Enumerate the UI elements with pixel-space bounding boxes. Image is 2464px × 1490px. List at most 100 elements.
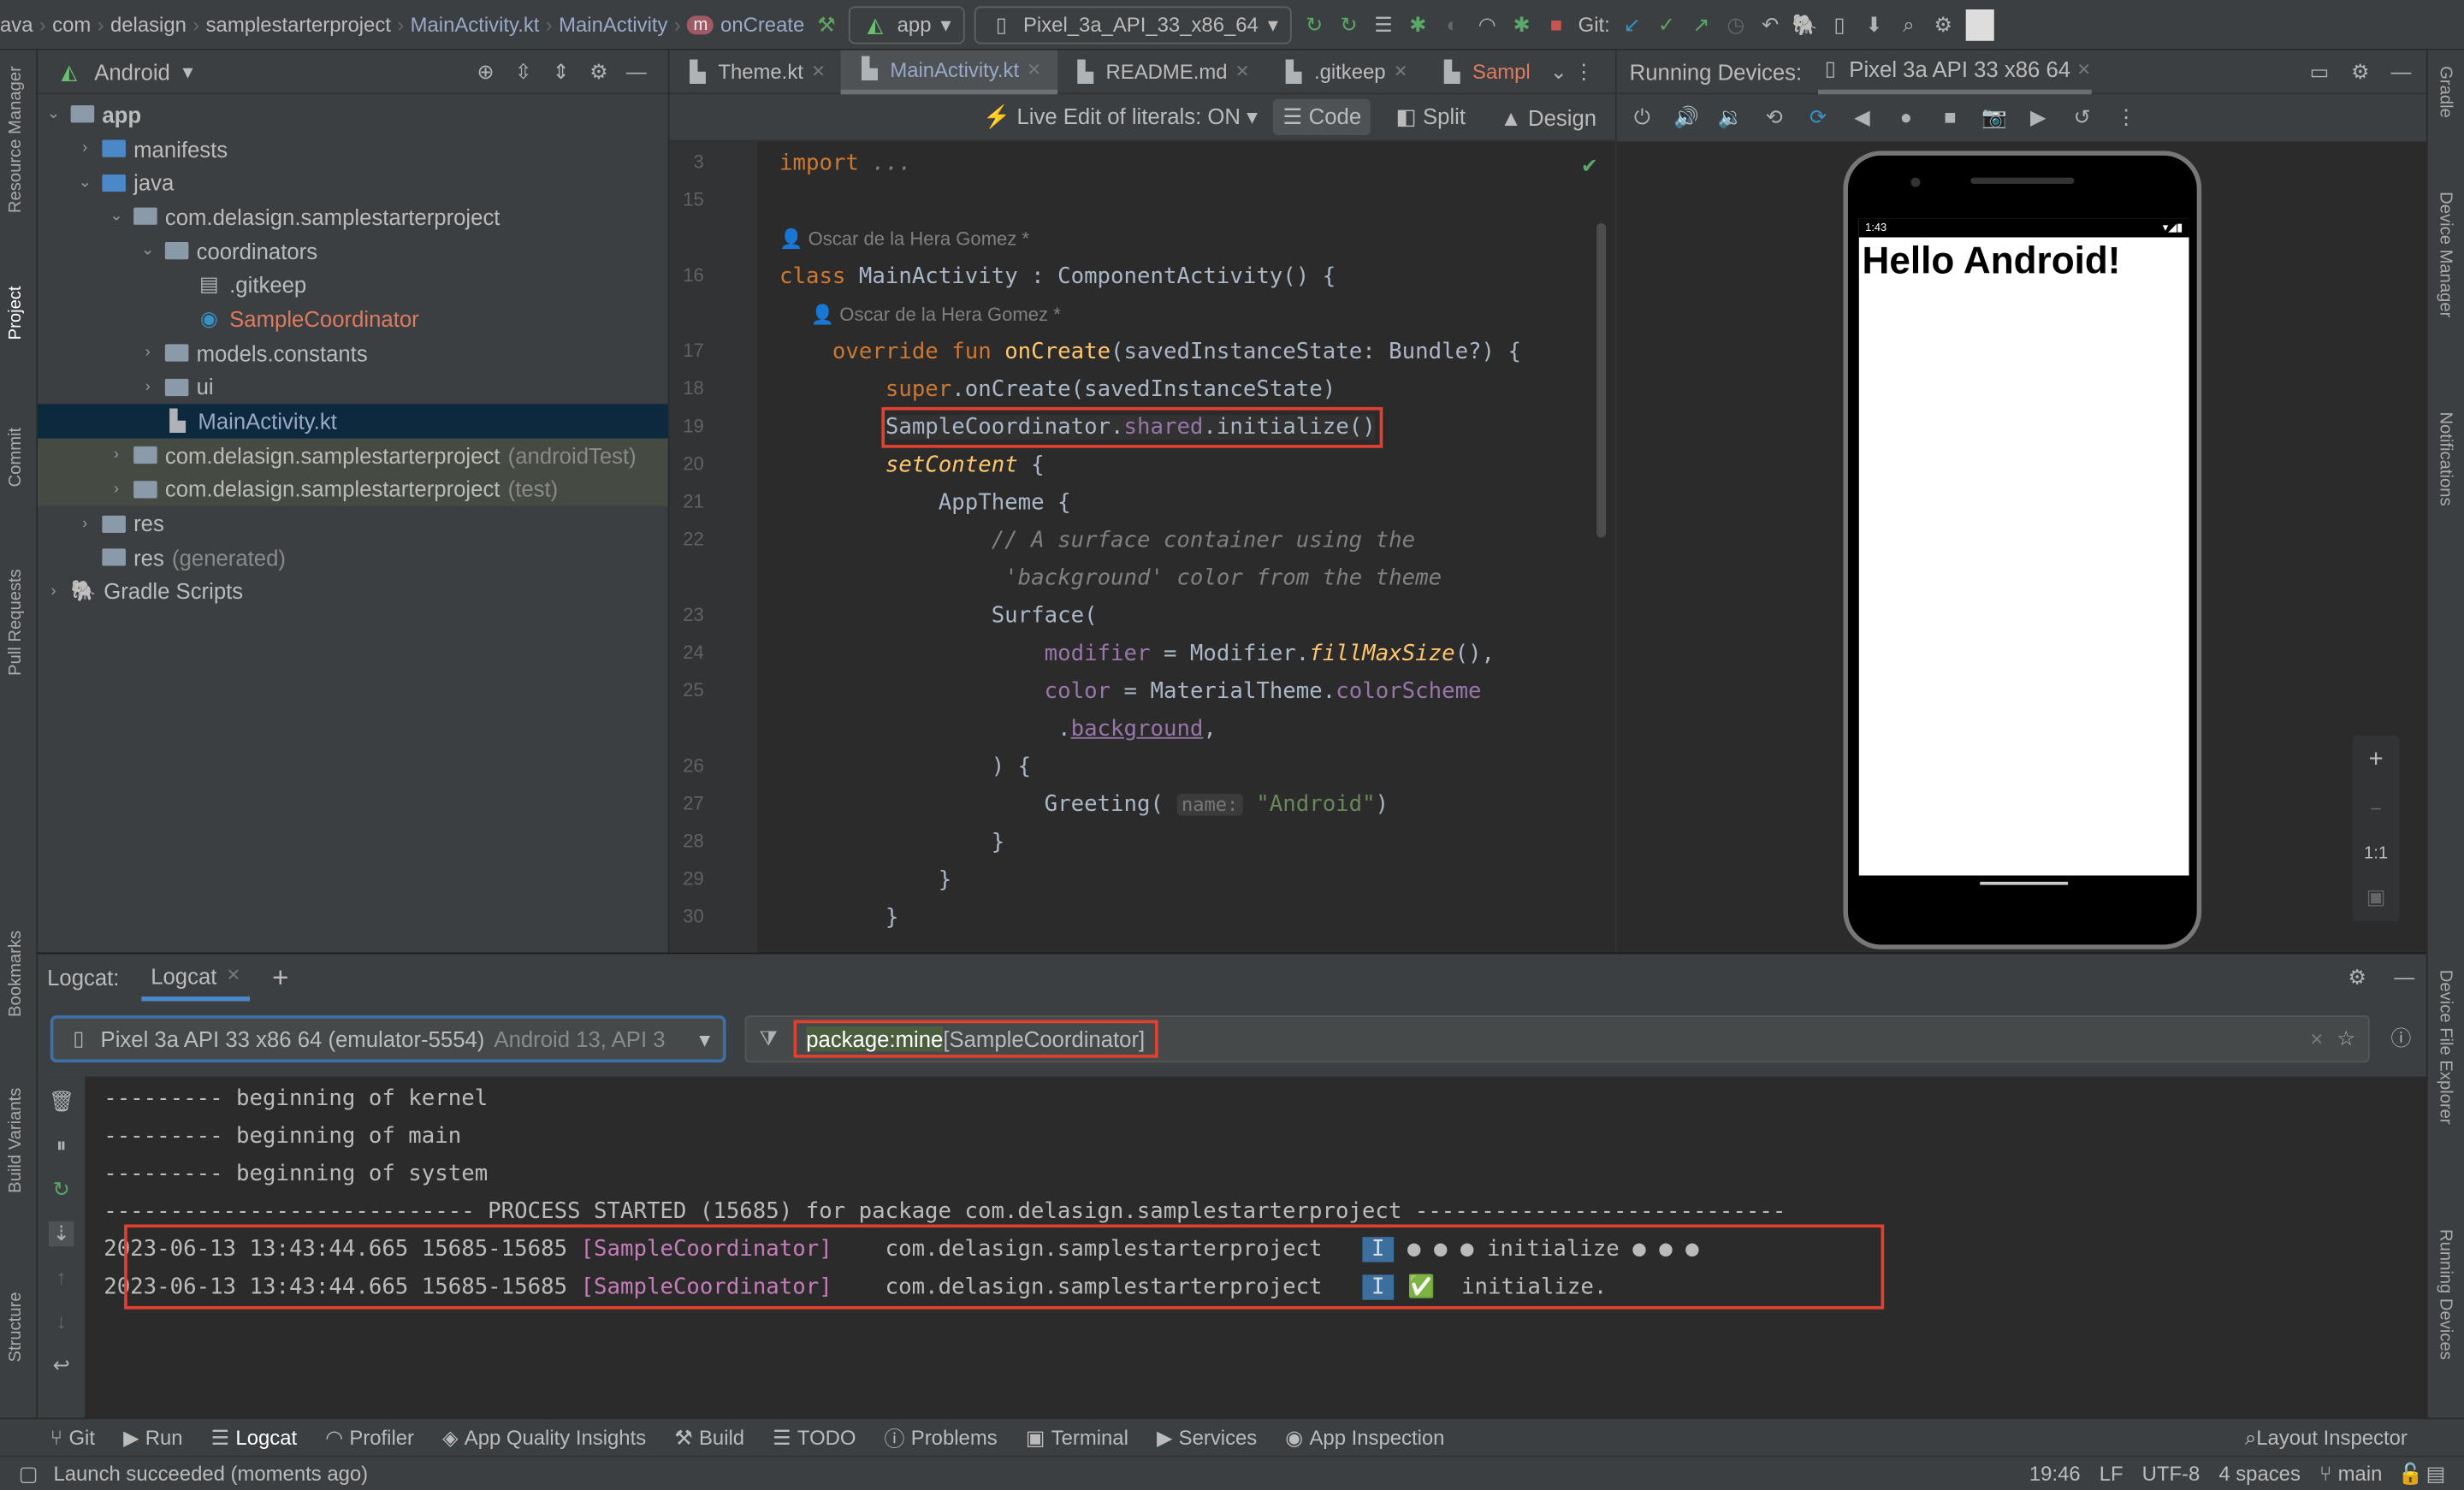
- left-tool-pull-requests[interactable]: Pull Requests: [6, 569, 25, 676]
- tree-item[interactable]: ▙ MainActivity.kt: [38, 404, 668, 439]
- minimize-icon[interactable]: —: [624, 59, 649, 84]
- breadcrumb-item[interactable]: samplestarterproject: [206, 13, 391, 37]
- git-update-icon[interactable]: ↙: [1620, 12, 1644, 37]
- tool-app-inspection[interactable]: ◉ App Inspection: [1285, 1425, 1444, 1450]
- tab-mainactivity-kt[interactable]: ▙ MainActivity.kt ✕: [841, 49, 1057, 94]
- code-line[interactable]: setContent {: [779, 452, 1045, 477]
- code-line[interactable]: ) {: [779, 754, 1031, 779]
- close-icon[interactable]: ✕: [1394, 62, 1408, 82]
- file-encoding[interactable]: UTF-8: [2142, 1462, 2200, 1486]
- device-select[interactable]: ▯ Pixel_3a_API_33_x86_64 ▾: [974, 5, 1293, 44]
- tab--gitkeep[interactable]: ▙ .gitkeep ✕: [1265, 50, 1424, 93]
- tree-item[interactable]: › com.delasign.samplestarterproject (test): [38, 472, 668, 507]
- chevron-down-icon[interactable]: ⌄: [75, 174, 94, 191]
- overview-icon[interactable]: ■: [1938, 105, 1963, 130]
- screen-record-icon[interactable]: ▶: [2026, 105, 2051, 130]
- close-icon[interactable]: ✕: [226, 965, 240, 985]
- tree-item[interactable]: › manifests: [38, 132, 668, 166]
- code-line[interactable]: modifier = Modifier.fillMaxSize(),: [779, 642, 1495, 666]
- tree-item[interactable]: ▤ .gitkeep: [38, 268, 668, 302]
- tree-item[interactable]: ⌄ com.delasign.samplestarterproject: [38, 199, 668, 234]
- notifications-icon[interactable]: ▤: [2423, 1461, 2448, 1486]
- right-tool-notifications[interactable]: Notifications: [2436, 411, 2455, 506]
- chevron-right-icon[interactable]: ›: [139, 379, 157, 396]
- chevron-down-icon[interactable]: ▾: [183, 59, 193, 84]
- tool-todo[interactable]: ☰ TODO: [773, 1425, 856, 1450]
- mode-design-button[interactable]: ▲ Design: [1490, 100, 1606, 134]
- chevron-right-icon[interactable]: ›: [107, 481, 126, 498]
- layout-inspector-button[interactable]: ⌕ Layout Inspector: [2245, 1425, 2408, 1450]
- code-line[interactable]: 👤 Oscar de la Hera Gomez *: [779, 227, 1029, 251]
- indent-setting[interactable]: 4 spaces: [2218, 1462, 2301, 1486]
- code-line[interactable]: super.onCreate(savedInstanceState): [779, 377, 1336, 402]
- search-icon[interactable]: ⌕: [1896, 12, 1921, 37]
- code-line[interactable]: }: [779, 830, 1004, 854]
- rollback-icon[interactable]: ↶: [1757, 12, 1782, 37]
- coverage-icon[interactable]: ◐: [1440, 12, 1465, 37]
- volume-up-icon[interactable]: 🔊: [1673, 105, 1699, 130]
- tool-profiler[interactable]: ◠ Profiler: [325, 1425, 414, 1450]
- tool-app-quality-insights[interactable]: ◈ App Quality Insights: [442, 1425, 646, 1450]
- chevron-down-icon[interactable]: ⌄: [44, 106, 62, 123]
- apply-code-changes-icon[interactable]: ☰: [1371, 12, 1395, 37]
- git-commit-icon[interactable]: ✓: [1654, 12, 1679, 37]
- gear-icon[interactable]: ⚙: [2348, 59, 2372, 84]
- caret-position[interactable]: 19:46: [2029, 1462, 2081, 1486]
- code-line[interactable]: SampleCoordinator.shared.initialize(): [881, 406, 1383, 448]
- gradle-sync-icon[interactable]: 🐘: [1792, 12, 1818, 37]
- tree-item[interactable]: › res: [38, 506, 668, 541]
- collapse-all-icon[interactable]: ⇕: [548, 59, 573, 84]
- breadcrumb-item[interactable]: ava: [0, 13, 33, 37]
- left-tool-commit[interactable]: Commit: [6, 428, 25, 488]
- logcat-filter-input[interactable]: ⧩ package:mine [SampleCoordinator] ✕ ☆: [744, 1015, 2370, 1063]
- live-edit-toggle[interactable]: ⚡ Live Edit of literals: ON ▾: [983, 103, 1258, 130]
- tree-item[interactable]: › 🐘 Gradle Scripts: [38, 575, 668, 609]
- tool-problems[interactable]: ⓘ Problems: [885, 1422, 998, 1452]
- right-tool-gradle[interactable]: Gradle: [2436, 66, 2455, 118]
- filter-icon[interactable]: ⧩: [755, 1026, 780, 1051]
- avatar[interactable]: [1964, 9, 1993, 40]
- fit-screen-icon[interactable]: ▣: [2366, 884, 2386, 909]
- apply-changes-icon[interactable]: ↻: [1336, 12, 1361, 37]
- window-icon[interactable]: ▭: [2307, 59, 2331, 84]
- clear-log-icon[interactable]: 🗑: [49, 1089, 74, 1114]
- chevron-down-icon[interactable]: ⌄: [1546, 59, 1571, 84]
- tree-item[interactable]: ◉ SampleCoordinator: [38, 302, 668, 336]
- volume-down-icon[interactable]: 🔉: [1718, 105, 1744, 130]
- back-icon[interactable]: ◀: [1850, 105, 1875, 130]
- code-line[interactable]: 'background' color from the theme: [779, 566, 1442, 591]
- stop-icon[interactable]: ■: [1543, 12, 1568, 37]
- code-line[interactable]: .background,: [779, 717, 1217, 742]
- close-icon[interactable]: ✕: [1027, 59, 1041, 80]
- breadcrumb-item[interactable]: delasign: [110, 13, 187, 37]
- chevron-right-icon[interactable]: ›: [75, 140, 94, 157]
- project-view-select[interactable]: Android: [94, 59, 170, 84]
- tool-run[interactable]: ▶ Run: [123, 1425, 183, 1450]
- close-icon[interactable]: ✕: [1235, 62, 1250, 82]
- build-hammer-icon[interactable]: ⚒: [814, 12, 838, 37]
- favorite-star-icon[interactable]: ☆: [2333, 1026, 2358, 1051]
- gear-icon[interactable]: ⚙: [1931, 12, 1956, 37]
- tool-terminal[interactable]: ▣ Terminal: [1026, 1425, 1128, 1450]
- panel-toggle-icon[interactable]: ▢: [15, 1461, 40, 1486]
- attach-debugger-icon[interactable]: ✱: [1509, 12, 1534, 37]
- breadcrumb-item[interactable]: com: [52, 13, 91, 37]
- left-tool-bookmarks[interactable]: Bookmarks: [6, 931, 25, 1017]
- minimize-icon[interactable]: —: [2391, 965, 2416, 990]
- logcat-device-select[interactable]: ▯ Pixel 3a API 33 x86 64 (emulator-5554) A…: [50, 1015, 726, 1063]
- chevron-right-icon[interactable]: ›: [107, 446, 126, 464]
- add-tab-button[interactable]: +: [272, 961, 288, 995]
- down-icon[interactable]: ↓: [49, 1310, 74, 1334]
- tree-item[interactable]: › ui: [38, 370, 668, 405]
- device-tab[interactable]: ▯ Pixel 3a API 33 x86 64 ✕: [1817, 50, 2092, 94]
- run-config-select[interactable]: ◭ app ▾: [848, 5, 966, 44]
- tab-theme-kt[interactable]: ▙ Theme.kt ✕: [669, 50, 841, 93]
- rotate-left-icon[interactable]: ⟲: [1762, 105, 1786, 130]
- soft-wrap-icon[interactable]: ↩: [49, 1353, 74, 1378]
- tool-build[interactable]: ⚒ Build: [674, 1425, 744, 1450]
- right-tool-device-manager[interactable]: Device Manager: [2436, 192, 2455, 317]
- lock-icon[interactable]: 🔓: [2398, 1461, 2424, 1486]
- close-icon[interactable]: ✕: [811, 62, 826, 82]
- breadcrumb-item[interactable]: onCreate: [720, 13, 804, 37]
- history-icon[interactable]: ◷: [1723, 12, 1748, 37]
